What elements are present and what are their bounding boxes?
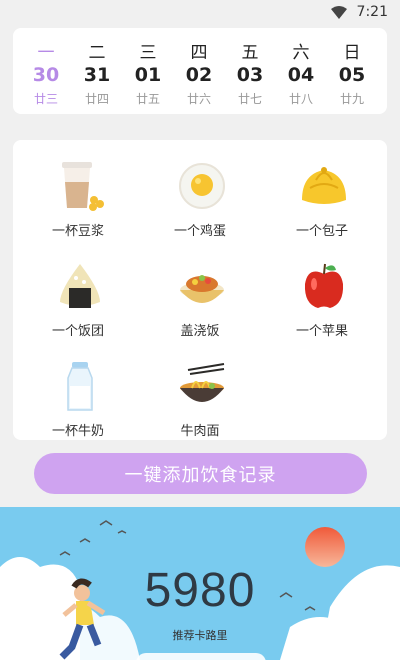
calendar-weekday: 一 xyxy=(37,43,55,63)
egg-icon xyxy=(179,163,225,209)
calendar-lunar-date: 廿三 xyxy=(33,92,58,106)
rice-ball-icon xyxy=(60,264,100,308)
calendar-weekday: 五 xyxy=(241,43,259,63)
recommended-calories-label: 推荐卡路里 xyxy=(172,629,228,642)
food-label: 一个饭团 xyxy=(51,324,104,339)
calendar-weekday: 日 xyxy=(343,43,361,63)
calendar-date: 30 xyxy=(32,64,60,86)
apple-icon xyxy=(304,263,344,308)
calendar-day[interactable]: 四 02 廿六 xyxy=(174,28,224,114)
food-label: 牛肉面 xyxy=(180,424,220,439)
food-item-egg[interactable]: 一个鸡蛋 xyxy=(140,148,260,239)
calendar-date: 03 xyxy=(236,64,264,86)
food-item-apple[interactable]: 一个苹果 xyxy=(262,248,382,339)
calendar-lunar-date: 廿九 xyxy=(339,92,364,106)
calendar-date: 04 xyxy=(287,64,315,86)
food-item-rice-bowl[interactable]: 盖浇饭 xyxy=(140,248,260,339)
milk-icon xyxy=(67,362,93,411)
calendar-day[interactable]: 三 01 廿五 xyxy=(123,28,173,114)
add-diet-record-button[interactable]: 一键添加饮食记录 xyxy=(34,453,367,494)
food-label: 一杯牛奶 xyxy=(51,424,104,439)
food-label: 一杯豆浆 xyxy=(51,224,104,239)
food-label: 盖浇饭 xyxy=(180,324,220,339)
calendar-lunar-date: 廿八 xyxy=(288,92,313,106)
status-bar: 7:21 xyxy=(0,0,400,24)
calendar-lunar-date: 廿六 xyxy=(186,92,211,106)
calendar-date: 02 xyxy=(185,64,213,86)
calendar-weekday: 四 xyxy=(190,43,208,63)
calendar-day[interactable]: 六 04 廿八 xyxy=(276,28,326,114)
week-calendar: 一 30 廿三 二 31 廿四 三 01 廿五 四 02 廿六 五 03 廿七 … xyxy=(13,28,387,114)
food-item-milk[interactable]: 一杯牛奶 xyxy=(18,348,138,439)
calendar-date: 01 xyxy=(134,64,162,86)
recommended-calories-value: 5980 xyxy=(144,564,256,617)
calendar-lunar-date: 廿五 xyxy=(135,92,160,106)
rice-bowl-icon xyxy=(180,275,224,303)
calendar-lunar-date: 廿四 xyxy=(84,92,109,106)
calendar-day[interactable]: 一 30 廿三 xyxy=(21,28,71,114)
calendar-day[interactable]: 日 05 廿九 xyxy=(327,28,377,114)
food-label: 一个鸡蛋 xyxy=(173,224,226,239)
food-label: 一个包子 xyxy=(295,224,348,239)
food-item-beef-noodle[interactable]: 牛肉面 xyxy=(140,348,260,439)
calorie-banner: 5980 推荐卡路里 xyxy=(0,507,400,660)
calendar-weekday: 三 xyxy=(139,43,157,63)
food-item-rice-ball[interactable]: 一个饭团 xyxy=(18,248,138,339)
calendar-date: 31 xyxy=(83,64,111,86)
wifi-icon xyxy=(330,5,347,19)
noodle-icon xyxy=(180,363,225,402)
food-item-bun[interactable]: 一个包子 xyxy=(262,148,382,239)
calendar-lunar-date: 廿七 xyxy=(237,92,262,106)
calendar-day[interactable]: 二 31 廿四 xyxy=(72,28,122,114)
calendar-weekday: 六 xyxy=(292,43,310,63)
bun-icon xyxy=(302,167,346,204)
status-time: 7:21 xyxy=(356,4,388,20)
food-label: 一个苹果 xyxy=(295,324,348,339)
food-grid: 一杯豆浆 一个鸡蛋 一个包子 一个饭团 盖浇饭 一个苹果 一杯牛奶 牛肉面 xyxy=(13,140,387,440)
calendar-weekday: 二 xyxy=(88,43,106,63)
food-item-soy-milk[interactable]: 一杯豆浆 xyxy=(18,148,138,239)
calendar-day[interactable]: 五 03 廿七 xyxy=(225,28,275,114)
calendar-date: 05 xyxy=(338,64,366,86)
soy-milk-icon xyxy=(62,162,104,211)
